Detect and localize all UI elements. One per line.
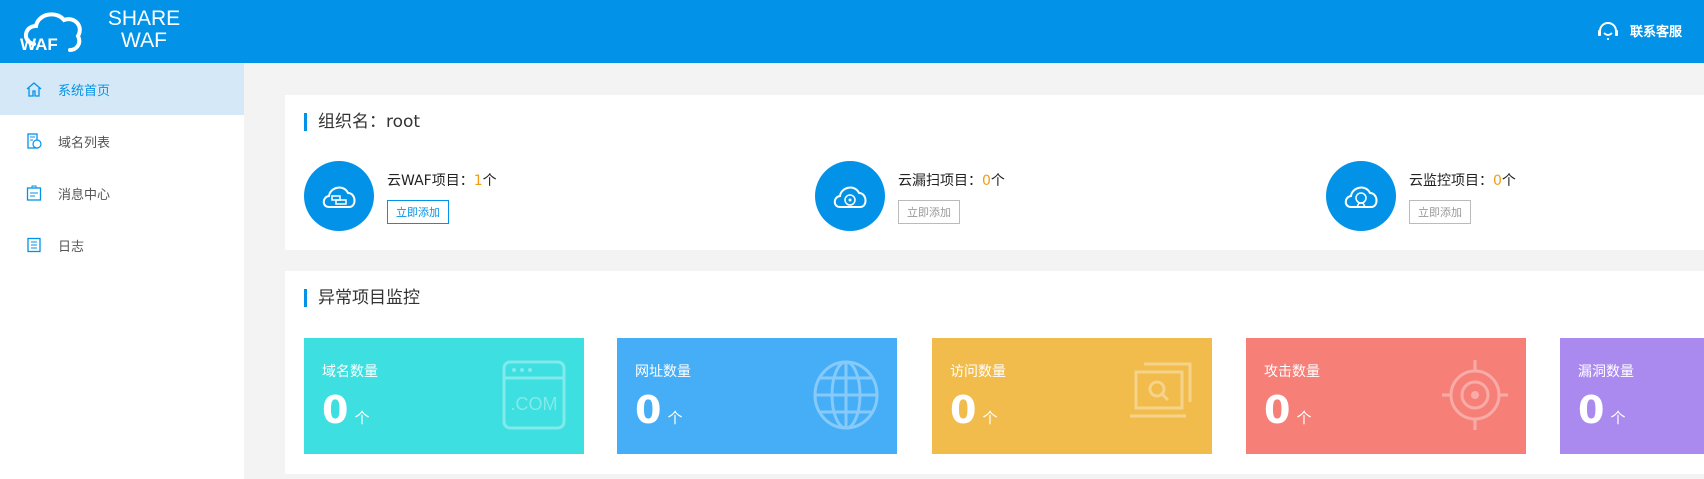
sidebar-item-domain-list[interactable]: 域名列表 xyxy=(0,115,244,167)
cloud-firewall-icon xyxy=(304,161,374,231)
top-header: WAF SHARE WAF 联系客服 xyxy=(0,0,1704,63)
sidebar-item-home[interactable]: 系统首页 xyxy=(0,63,244,115)
domain-list-icon xyxy=(27,133,42,149)
brand-line2: WAF xyxy=(121,29,167,52)
add-monitor-project-button[interactable]: 立即添加 xyxy=(1409,200,1471,224)
project-count: 1 xyxy=(473,173,483,189)
sidebar: 系统首页 域名列表 消息中心 日志 xyxy=(0,63,244,479)
svg-text:WAF: WAF xyxy=(20,35,58,54)
sidebar-item-label: 系统首页 xyxy=(58,83,111,99)
tile-visit-count[interactable]: 访问数量 0个 xyxy=(932,338,1212,454)
cloud-scan-icon xyxy=(815,161,885,231)
project-count: 0 xyxy=(1493,173,1502,189)
sidebar-item-log[interactable]: 日志 xyxy=(0,219,244,271)
dotcom-icon: .COM xyxy=(502,360,566,430)
tile-unit: 个 xyxy=(1296,409,1312,427)
organization-title: 组织名：root xyxy=(304,113,420,131)
tile-value: 0 xyxy=(950,388,977,432)
sidebar-item-label: 域名列表 xyxy=(58,135,111,151)
contact-label: 联系客服 xyxy=(1629,24,1682,40)
anomaly-monitor-title: 异常项目监控 xyxy=(304,289,420,307)
tile-vulnerability-count[interactable]: 漏洞数量 0个 xyxy=(1560,338,1704,454)
tile-label: 漏洞数量 xyxy=(1578,364,1634,380)
tile-value: 0 xyxy=(635,388,662,432)
project-label: 云漏扫项目： xyxy=(898,173,982,189)
tile-value: 0 xyxy=(322,388,349,432)
message-icon xyxy=(26,185,42,201)
project-label: 云监控项目： xyxy=(1409,173,1493,189)
contact-support-button[interactable]: 联系客服 xyxy=(1596,18,1682,42)
brand-line1: SHARE xyxy=(107,7,181,30)
project-unit: 个 xyxy=(1501,173,1516,189)
project-cloud-waf: 云WAF项目：1个 立即添加 xyxy=(304,161,497,231)
tile-label: 网址数量 xyxy=(635,364,691,380)
home-icon xyxy=(26,82,42,97)
tile-value: 0 xyxy=(1578,388,1605,432)
search-screen-icon xyxy=(1130,362,1192,418)
tile-domain-count[interactable]: 域名数量 0个 .COM xyxy=(304,338,584,454)
anomaly-monitor-card: 异常项目监控 域名数量 0个 .COM 网址数量 0个 访问数量 0个 攻击数量… xyxy=(285,271,1704,474)
headset-icon xyxy=(1597,22,1618,40)
tile-label: 访问数量 xyxy=(950,364,1006,380)
tile-unit: 个 xyxy=(982,409,998,427)
sidebar-item-label: 消息中心 xyxy=(58,187,111,203)
add-waf-project-button[interactable]: 立即添加 xyxy=(387,200,449,224)
tile-value: 0 xyxy=(1264,388,1291,432)
project-cloud-scan: 云漏扫项目：0个 立即添加 xyxy=(815,161,1005,231)
organization-card: 组织名：root 云WAF项目：1个 立即添加 云漏扫项目：0个 立即添加 云监… xyxy=(285,95,1704,250)
tile-label: 域名数量 xyxy=(322,364,378,380)
target-icon xyxy=(1442,360,1508,430)
tile-unit: 个 xyxy=(1610,409,1626,427)
tile-url-count[interactable]: 网址数量 0个 xyxy=(617,338,897,454)
project-cloud-monitor: 云监控项目：0个 立即添加 xyxy=(1326,161,1516,231)
log-icon xyxy=(27,237,41,253)
tile-attack-count[interactable]: 攻击数量 0个 xyxy=(1246,338,1526,454)
sidebar-item-message-center[interactable]: 消息中心 xyxy=(0,167,244,219)
project-unit: 个 xyxy=(482,173,497,189)
project-unit: 个 xyxy=(990,173,1005,189)
sidebar-item-label: 日志 xyxy=(58,239,85,255)
logo: WAF xyxy=(20,12,82,54)
tile-unit: 个 xyxy=(667,409,683,427)
tile-label: 攻击数量 xyxy=(1264,364,1320,380)
brand-name: SHARE WAF xyxy=(104,8,184,52)
project-label: 云WAF项目： xyxy=(387,173,474,189)
dotcom-icon-text: .COM xyxy=(511,394,558,414)
globe-icon xyxy=(813,360,879,430)
add-scan-project-button[interactable]: 立即添加 xyxy=(898,200,960,224)
project-count: 0 xyxy=(982,173,991,189)
cloud-camera-icon xyxy=(1326,161,1396,231)
tile-unit: 个 xyxy=(354,409,370,427)
